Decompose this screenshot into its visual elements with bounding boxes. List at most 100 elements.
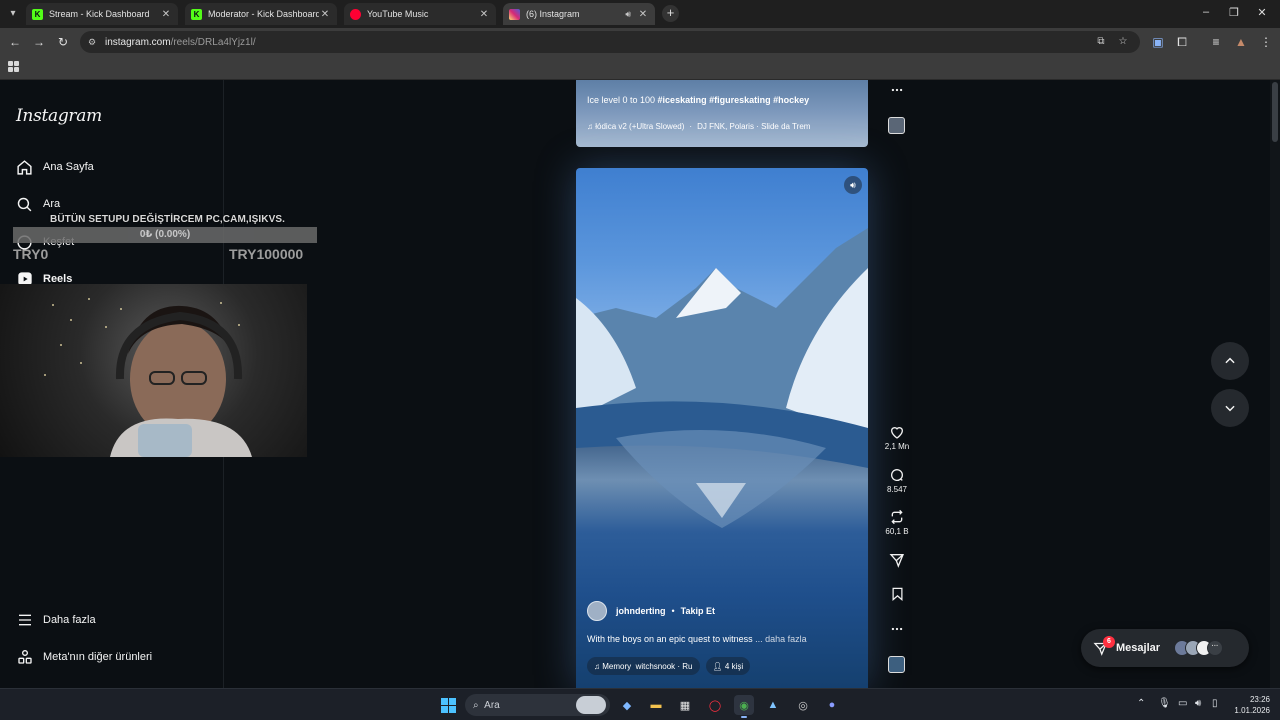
close-window-icon[interactable]: ✕: [1252, 6, 1272, 19]
copilot-icon[interactable]: ◆: [617, 695, 637, 715]
browser-tab-strip: ▾ K Stream - Kick Dashboard ✕ K Moderato…: [0, 0, 1280, 28]
extensions-icon[interactable]: ⧠: [1174, 34, 1190, 50]
taskbar-search-label: Ara: [484, 699, 500, 711]
windows-start-icon[interactable]: [441, 698, 456, 713]
profile-avatar-icon[interactable]: ▲: [1233, 34, 1249, 50]
next-reel-button[interactable]: [1211, 389, 1249, 427]
clock-date: 1.01.2026: [1234, 706, 1270, 715]
media-controls-icon[interactable]: ≡: [1208, 34, 1224, 50]
search-icon: [16, 196, 33, 213]
author-username[interactable]: johnderting: [616, 606, 666, 616]
more-options-button[interactable]: [882, 622, 912, 636]
scrollbar-thumb[interactable]: [1272, 82, 1278, 142]
home-icon: [16, 159, 33, 176]
site-info-icon[interactable]: ⚙: [88, 37, 102, 48]
share-button[interactable]: [882, 552, 912, 568]
tab-kick-stream[interactable]: K Stream - Kick Dashboard ✕: [26, 3, 178, 25]
follow-button[interactable]: Takip Et: [681, 606, 715, 616]
streamer-silhouette: [110, 305, 252, 457]
heart-icon: [890, 427, 904, 439]
close-tab-icon[interactable]: ✕: [478, 9, 490, 20]
microsoft-store-icon[interactable]: ▦: [675, 695, 695, 715]
kick-favicon-icon: K: [191, 8, 202, 20]
previous-reel-card[interactable]: Ice level 0 to 100 #iceskating #figuresk…: [576, 80, 868, 147]
previous-reel-button[interactable]: [1211, 342, 1249, 380]
bookmarks-bar: [0, 56, 1280, 80]
audio-playing-icon[interactable]: 🔊︎: [625, 9, 631, 20]
chevron-up-icon: [1225, 357, 1235, 364]
sidebar-item-meta-products[interactable]: Meta'nın diğer ürünleri: [16, 645, 152, 669]
prev-reel-more-button[interactable]: [882, 83, 912, 97]
taskbar-search[interactable]: ⌕ Ara: [465, 694, 610, 716]
prev-reel-audio-thumbnail[interactable]: [888, 117, 905, 134]
reel-video[interactable]: 🔊︎ johnderting • Takip Et With the boys …: [576, 168, 868, 688]
tab-youtube-music[interactable]: YouTube Music ✕: [344, 3, 496, 25]
sidebar-item-label: Meta'nın diğer ürünleri: [43, 651, 153, 663]
volume-icon[interactable]: 🔊︎: [1195, 698, 1201, 709]
display-icon[interactable]: ▭: [1178, 698, 1187, 709]
instagram-logo[interactable]: Instagram: [16, 106, 102, 126]
discord-icon[interactable]: ●: [822, 695, 842, 715]
back-icon[interactable]: ←: [7, 34, 23, 50]
taskbar-clock[interactable]: 23:26 1.01.2026: [1228, 694, 1270, 716]
previous-reel-caption: Ice level 0 to 100 #iceskating #figuresk…: [587, 95, 809, 105]
repost-icon: [891, 509, 903, 525]
person-icon: 👤︎: [712, 661, 725, 671]
audio-thumbnail[interactable]: [888, 656, 905, 673]
sidebar-item-search[interactable]: Ara: [16, 192, 60, 216]
audio-title: Memory: [602, 661, 632, 671]
new-tab-button[interactable]: +: [662, 5, 679, 22]
page-scrollbar[interactable]: [1270, 80, 1280, 688]
battery-icon[interactable]: ▯: [1212, 698, 1218, 709]
file-explorer-icon[interactable]: ▬: [646, 695, 666, 715]
url-host: instagram.com: [105, 36, 171, 48]
audio-track: łódica v2 (+Ultra Slowed): [595, 122, 685, 131]
save-button[interactable]: [882, 586, 912, 602]
messages-button[interactable]: 6 Mesajlar ···: [1081, 629, 1249, 667]
bookmark-star-icon[interactable]: ☆: [1116, 35, 1130, 49]
music-note-icon: ♫: [594, 661, 603, 671]
url-path: /reels/DRLa4lYjz1l/: [170, 36, 256, 48]
caption-text: With the boys on an epic quest to witnes…: [587, 634, 753, 644]
audio-pill[interactable]: ♫ Memory witchsnook · Ru: [587, 657, 700, 675]
opera-icon[interactable]: ◯: [705, 695, 725, 715]
like-button[interactable]: 2,1 Mn: [882, 424, 912, 451]
avatar[interactable]: [587, 601, 607, 621]
menu-icon: [16, 612, 33, 629]
obs-icon[interactable]: ◎: [793, 695, 813, 715]
tray-overflow-icon[interactable]: ⌃: [1137, 698, 1145, 709]
close-tab-icon[interactable]: ✕: [637, 9, 649, 20]
close-tab-icon[interactable]: ✕: [160, 9, 172, 20]
close-tab-icon[interactable]: ✕: [319, 9, 331, 20]
install-app-icon[interactable]: ⧉: [1094, 35, 1108, 49]
tab-search-chevron-icon[interactable]: ▾: [4, 6, 22, 22]
weather-widget-icon[interactable]: [576, 696, 606, 714]
tab-instagram[interactable]: (6) Instagram 🔊︎ ✕: [503, 3, 655, 25]
tagged-people-pill[interactable]: 👤︎ 4 kişi: [705, 657, 751, 675]
apps-grid-icon[interactable]: [8, 61, 19, 72]
microphone-icon[interactable]: 🎙︎: [1158, 698, 1171, 709]
tab-kick-moderator[interactable]: K Moderator - Kick Dashboard ✕: [185, 3, 337, 25]
music-note-icon: ♫: [587, 122, 596, 131]
minimize-icon[interactable]: –: [1196, 6, 1216, 18]
search-icon: ⌕: [473, 699, 485, 711]
sidebar-item-more[interactable]: Daha fazla: [16, 608, 96, 632]
comment-button[interactable]: 8.547: [882, 467, 912, 494]
stream-goal-progress-bar: 0₺ (0.00%): [13, 227, 317, 243]
previous-reel-audio[interactable]: ♫ łódica v2 (+Ultra Slowed) · DJ FNK, Po…: [587, 122, 810, 131]
chrome-icon[interactable]: ◉: [734, 695, 754, 718]
photos-icon[interactable]: ▲: [763, 695, 783, 715]
chrome-menu-icon[interactable]: ⋮: [1258, 34, 1274, 50]
audio-separator: ·: [689, 122, 693, 131]
translate-icon[interactable]: ▣: [1150, 34, 1166, 50]
reload-icon[interactable]: ↻: [55, 34, 71, 50]
sidebar-item-home[interactable]: Ana Sayfa: [16, 155, 94, 179]
repost-button[interactable]: 60,1 B: [882, 509, 912, 536]
address-bar[interactable]: ⚙ instagram.com/reels/DRLa4lYjz1l/ ⧉ ☆: [80, 31, 1140, 53]
instagram-page: Instagram Ana Sayfa Ara Keşfet Reels: [0, 80, 1280, 688]
restore-icon[interactable]: ❐: [1224, 6, 1244, 19]
caption-hashtags[interactable]: #iceskating #figureskating #hockey: [658, 95, 810, 105]
forward-icon[interactable]: →: [31, 34, 47, 50]
volume-icon[interactable]: 🔊︎: [844, 176, 862, 194]
caption-more-link[interactable]: ... daha fazla: [755, 634, 807, 644]
